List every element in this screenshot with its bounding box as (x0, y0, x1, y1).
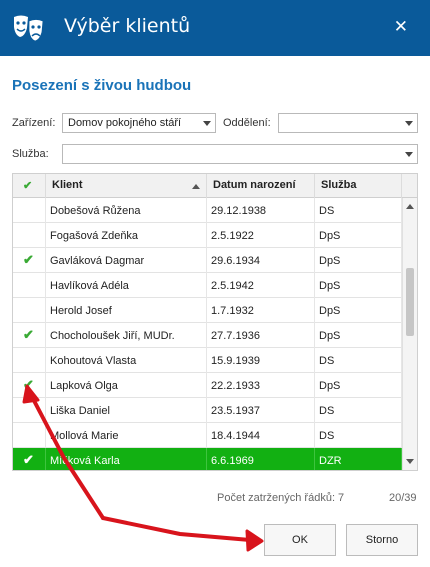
birth-date-cell: 29.12.1938 (207, 198, 315, 223)
chevron-down-icon (203, 121, 211, 126)
service-cell: DS (315, 423, 402, 448)
client-name-cell: Herold Josef (46, 298, 207, 323)
table-row[interactable]: Fogašová Zdeňka 2.5.1922 DpS (13, 223, 402, 248)
oddeleni-label: Oddělení: (223, 117, 271, 129)
row-checkbox[interactable] (13, 298, 46, 323)
vertical-scrollbar[interactable] (402, 198, 417, 470)
sort-ascending-icon (192, 184, 200, 189)
column-header-birth[interactable]: Datum narození (207, 174, 315, 198)
service-cell: DpS (315, 223, 402, 248)
clients-grid[interactable]: ✔ Klient Datum narození Služba Dobešová … (12, 173, 418, 471)
table-row[interactable]: ✔ Míčková Karla 6.6.1969 DZR (13, 448, 402, 470)
service-cell: DpS (315, 373, 402, 398)
client-name-cell: Mollová Marie (46, 423, 207, 448)
table-row[interactable]: Havlíková Adéla 2.5.1942 DpS (13, 273, 402, 298)
table-row[interactable]: ✔ Lapková Olga 22.2.1933 DpS (13, 373, 402, 398)
service-cell: DpS (315, 323, 402, 348)
cancel-button[interactable]: Storno (346, 524, 418, 556)
client-name-cell: Liška Daniel (46, 398, 207, 423)
chevron-down-icon (405, 121, 413, 126)
zarizeni-select[interactable]: Domov pokojného stáří (62, 113, 216, 133)
close-icon[interactable]: ✕ (394, 17, 408, 37)
birth-date-cell: 27.7.1936 (207, 323, 315, 348)
oddeleni-select[interactable] (278, 113, 418, 133)
row-position: 20/39 (389, 492, 417, 504)
service-cell: DZR (315, 448, 402, 470)
row-checkbox[interactable] (13, 398, 46, 423)
scroll-down-icon[interactable] (406, 459, 414, 464)
checkmark-icon: ✔ (23, 377, 34, 392)
birth-date-cell: 2.5.1922 (207, 223, 315, 248)
ok-button[interactable]: OK (264, 524, 336, 556)
client-name-cell: Míčková Karla (46, 448, 207, 470)
check-all-icon[interactable]: ✔ (13, 174, 46, 198)
checked-rows-count: Počet zatržených řádků: 7 (217, 492, 345, 504)
row-checkbox[interactable] (13, 348, 46, 373)
theater-masks-icon (14, 15, 44, 42)
client-name-cell: Gavláková Dagmar (46, 248, 207, 273)
scrollbar-thumb[interactable] (406, 268, 414, 336)
table-row[interactable]: Kohoutová Vlasta 15.9.1939 DS (13, 348, 402, 373)
row-checkbox[interactable]: ✔ (13, 323, 46, 348)
row-checkbox[interactable] (13, 198, 46, 223)
title-bar: Výběr klientů ✕ (0, 0, 430, 56)
checkmark-icon: ✔ (23, 252, 34, 267)
row-checkbox[interactable]: ✔ (13, 448, 46, 470)
client-name-cell: Kohoutová Vlasta (46, 348, 207, 373)
window-title: Výběr klientů (64, 15, 191, 37)
checkmark-icon: ✔ (23, 452, 34, 467)
service-cell: DS (315, 348, 402, 373)
sluzba-label: Služba: (12, 148, 49, 160)
service-cell: DpS (315, 248, 402, 273)
client-name-cell: Chocholoušek Jiří, MUDr. (46, 323, 207, 348)
column-header-client-label: Klient (52, 179, 83, 191)
table-row[interactable]: Liška Daniel 23.5.1937 DS (13, 398, 402, 423)
table-row[interactable]: ✔ Gavláková Dagmar 29.6.1934 DpS (13, 248, 402, 273)
birth-date-cell: 29.6.1934 (207, 248, 315, 273)
row-checkbox[interactable] (13, 273, 46, 298)
birth-date-cell: 2.5.1942 (207, 273, 315, 298)
birth-date-cell: 22.2.1933 (207, 373, 315, 398)
birth-date-cell: 6.6.1969 (207, 448, 315, 470)
table-row[interactable]: ✔ Chocholoušek Jiří, MUDr. 27.7.1936 DpS (13, 323, 402, 348)
arrow-to-ok-button (101, 516, 264, 552)
column-header-client[interactable]: Klient (46, 174, 207, 198)
birth-date-cell: 18.4.1944 (207, 423, 315, 448)
row-checkbox[interactable] (13, 223, 46, 248)
table-row[interactable]: Dobešová Růžena 29.12.1938 DS (13, 198, 402, 223)
service-cell: DpS (315, 273, 402, 298)
row-checkbox[interactable]: ✔ (13, 248, 46, 273)
page-title: Posezení s živou hudbou (12, 77, 192, 94)
birth-date-cell: 23.5.1937 (207, 398, 315, 423)
scroll-up-icon[interactable] (406, 204, 414, 209)
service-cell: DS (315, 398, 402, 423)
sluzba-select[interactable] (62, 144, 418, 164)
chevron-down-icon (405, 152, 413, 157)
row-checkbox[interactable] (13, 423, 46, 448)
client-name-cell: Fogašová Zdeňka (46, 223, 207, 248)
service-cell: DS (315, 198, 402, 223)
service-cell: DpS (315, 298, 402, 323)
client-name-cell: Lapková Olga (46, 373, 207, 398)
column-header-service[interactable]: Služba (315, 174, 402, 198)
client-name-cell: Havlíková Adéla (46, 273, 207, 298)
zarizeni-label: Zařízení: (12, 117, 56, 129)
birth-date-cell: 15.9.1939 (207, 348, 315, 373)
checkmark-icon: ✔ (23, 327, 34, 342)
grid-header: ✔ Klient Datum narození Služba (13, 174, 417, 198)
table-row[interactable]: Mollová Marie 18.4.1944 DS (13, 423, 402, 448)
row-checkbox[interactable]: ✔ (13, 373, 46, 398)
zarizeni-value: Domov pokojného stáří (68, 117, 182, 129)
client-name-cell: Dobešová Růžena (46, 198, 207, 223)
birth-date-cell: 1.7.1932 (207, 298, 315, 323)
table-row[interactable]: Herold Josef 1.7.1932 DpS (13, 298, 402, 323)
